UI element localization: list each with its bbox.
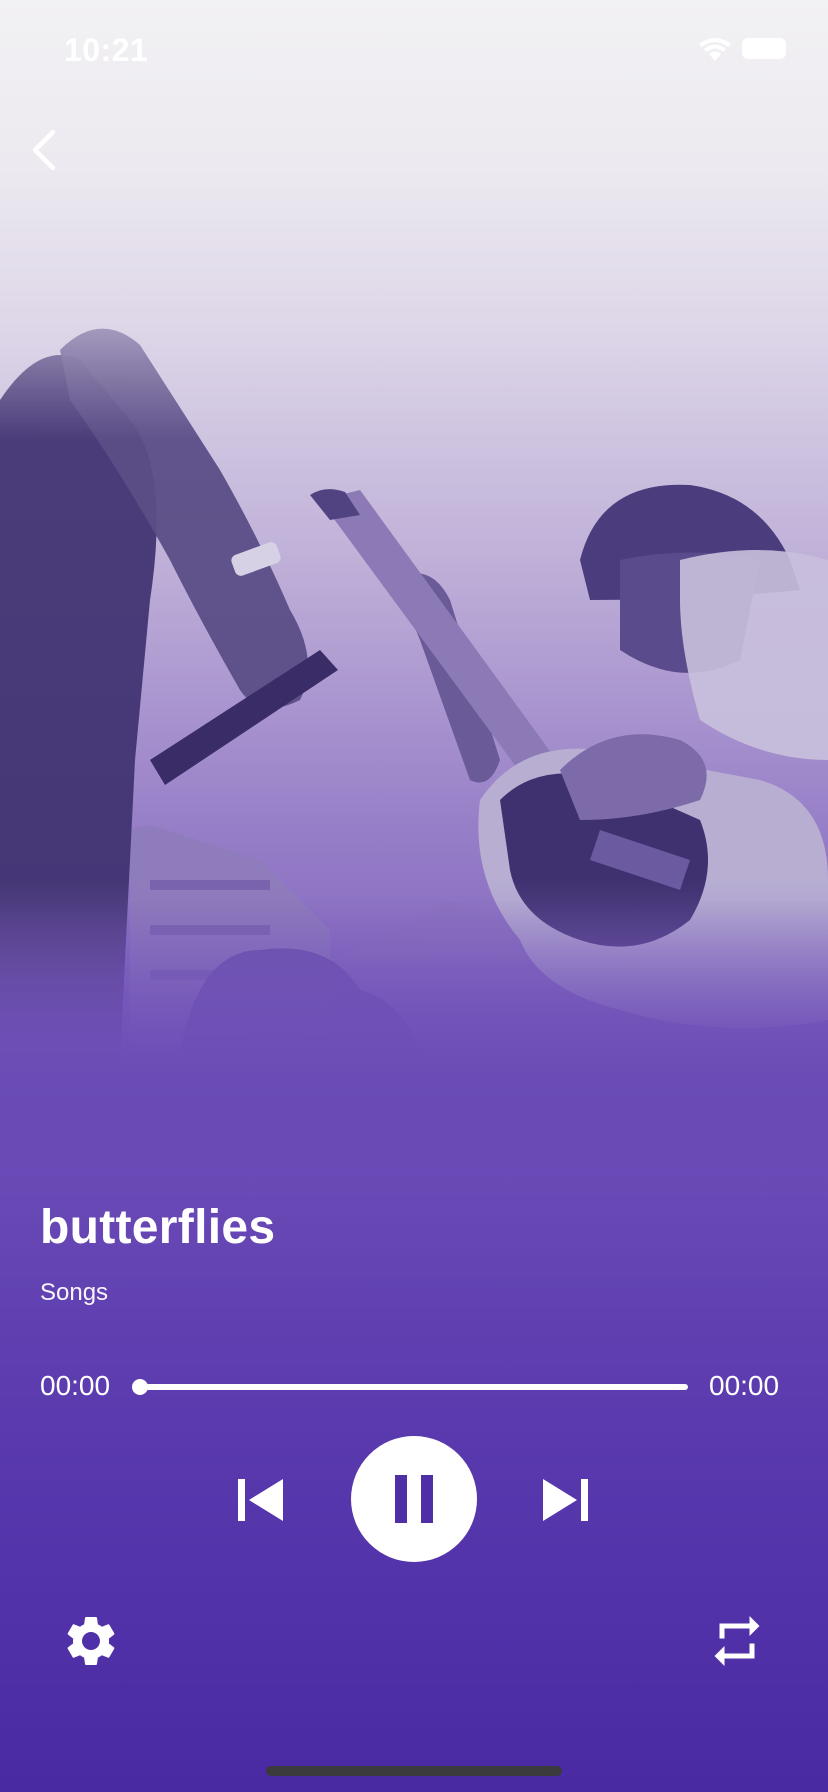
pause-button[interactable] — [351, 1436, 477, 1562]
skip-next-icon — [543, 1479, 588, 1521]
repeat-button[interactable] — [702, 1606, 772, 1676]
current-time: 00:00 — [40, 1370, 111, 1401]
repeat-icon — [714, 1616, 760, 1666]
pause-icon — [395, 1475, 433, 1523]
total-time: 00:00 — [709, 1370, 780, 1401]
chevron-left-icon — [32, 129, 56, 171]
status-time: 10:21 — [64, 32, 149, 68]
previous-button[interactable] — [228, 1470, 292, 1530]
next-button[interactable] — [534, 1470, 598, 1530]
settings-button[interactable] — [56, 1606, 126, 1676]
progress-thumb[interactable] — [132, 1379, 148, 1395]
gear-icon — [67, 1617, 115, 1665]
back-button[interactable] — [22, 122, 66, 178]
track-title: butterflies — [40, 1201, 276, 1254]
home-indicator — [266, 1766, 562, 1776]
wifi-icon — [699, 38, 731, 61]
battery-icon — [742, 38, 786, 59]
track-subtitle: Songs — [40, 1279, 109, 1306]
skip-previous-icon — [238, 1479, 283, 1521]
artwork-fade — [0, 900, 828, 1160]
progress-track[interactable] — [140, 1384, 688, 1390]
status-bar: 10:21 — [0, 0, 828, 100]
